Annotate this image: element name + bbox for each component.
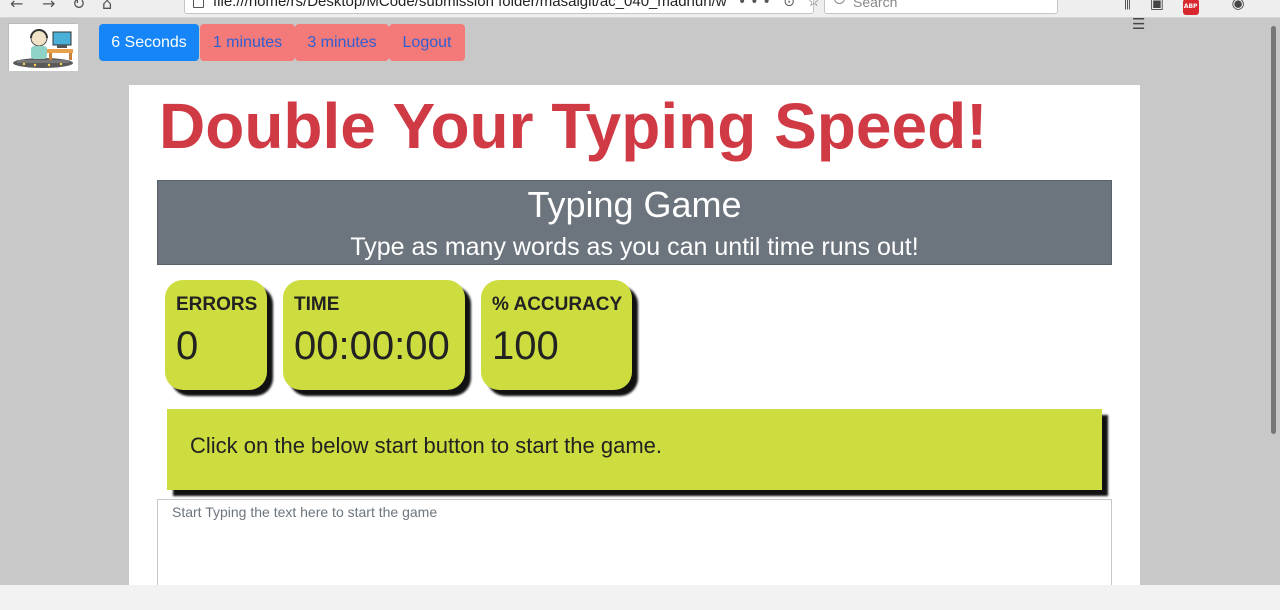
library-icon[interactable]: ⫼: [1124, 0, 1131, 12]
time-stat: TIME 00:00:00: [283, 280, 465, 390]
page-headline: Double Your Typing Speed!: [159, 90, 988, 162]
menu-icon[interactable]: ☰: [1132, 15, 1145, 33]
bottom-strip: [0, 585, 1280, 610]
logout-button[interactable]: Logout: [389, 24, 465, 61]
accuracy-value: 100: [492, 324, 559, 368]
page-actions-icon[interactable]: ••• ⊙ ☆: [738, 0, 824, 10]
scroll-thumb[interactable]: [1271, 26, 1276, 434]
6-seconds-button[interactable]: 6 Seconds: [99, 24, 199, 61]
3-minutes-button[interactable]: 3 minutes: [295, 24, 389, 61]
reload-icon[interactable]: ↻: [72, 0, 85, 13]
accuracy-label: % ACCURACY: [492, 294, 623, 315]
time-value: 00:00:00: [294, 324, 450, 368]
instruction-message: Click on the below start button to start…: [167, 409, 1102, 490]
app-logo[interactable]: [8, 23, 78, 71]
url-text: file:///home/rs/Desktop/MCode/submission…: [213, 0, 727, 10]
main-card: Double Your Typing Speed! Typing Game Ty…: [129, 85, 1140, 589]
home-icon[interactable]: ⌂: [102, 0, 112, 13]
page-icon: [193, 0, 204, 8]
search-placeholder: Search: [853, 0, 898, 10]
time-label: TIME: [294, 294, 340, 315]
search-icon: [834, 0, 845, 4]
url-bar[interactable]: file:///home/rs/Desktop/MCode/submission…: [184, 0, 814, 14]
1-minute-button[interactable]: 1 minutes: [200, 24, 295, 61]
forward-icon[interactable]: →: [42, 0, 55, 13]
adblock-icon[interactable]: ABP: [1182, 0, 1199, 15]
game-banner: Typing Game Type as many words as you ca…: [157, 180, 1112, 265]
sidebar-icon[interactable]: ▣: [1150, 0, 1164, 12]
typing-input[interactable]: [157, 499, 1112, 589]
errors-stat: ERRORS 0: [165, 280, 267, 390]
banner-title: Typing Game: [527, 184, 742, 225]
browser-toolbar: ← → ↻ ⌂ file:///home/rs/Desktop/MCode/su…: [0, 0, 1280, 33]
browser-search-input[interactable]: Search: [824, 0, 1058, 14]
page-scrollbar[interactable]: [1268, 20, 1280, 585]
errors-value: 0: [176, 324, 199, 368]
toolbar-icons: ⫼ ▣ ABP ◉ ☰: [1124, 0, 1280, 33]
accuracy-stat: % ACCURACY 100: [481, 280, 632, 390]
banner-subtitle: Type as many words as you can until time…: [350, 233, 919, 261]
extension-icon[interactable]: ◉: [1231, 0, 1244, 12]
errors-label: ERRORS: [176, 294, 258, 315]
back-icon[interactable]: ←: [10, 0, 23, 13]
